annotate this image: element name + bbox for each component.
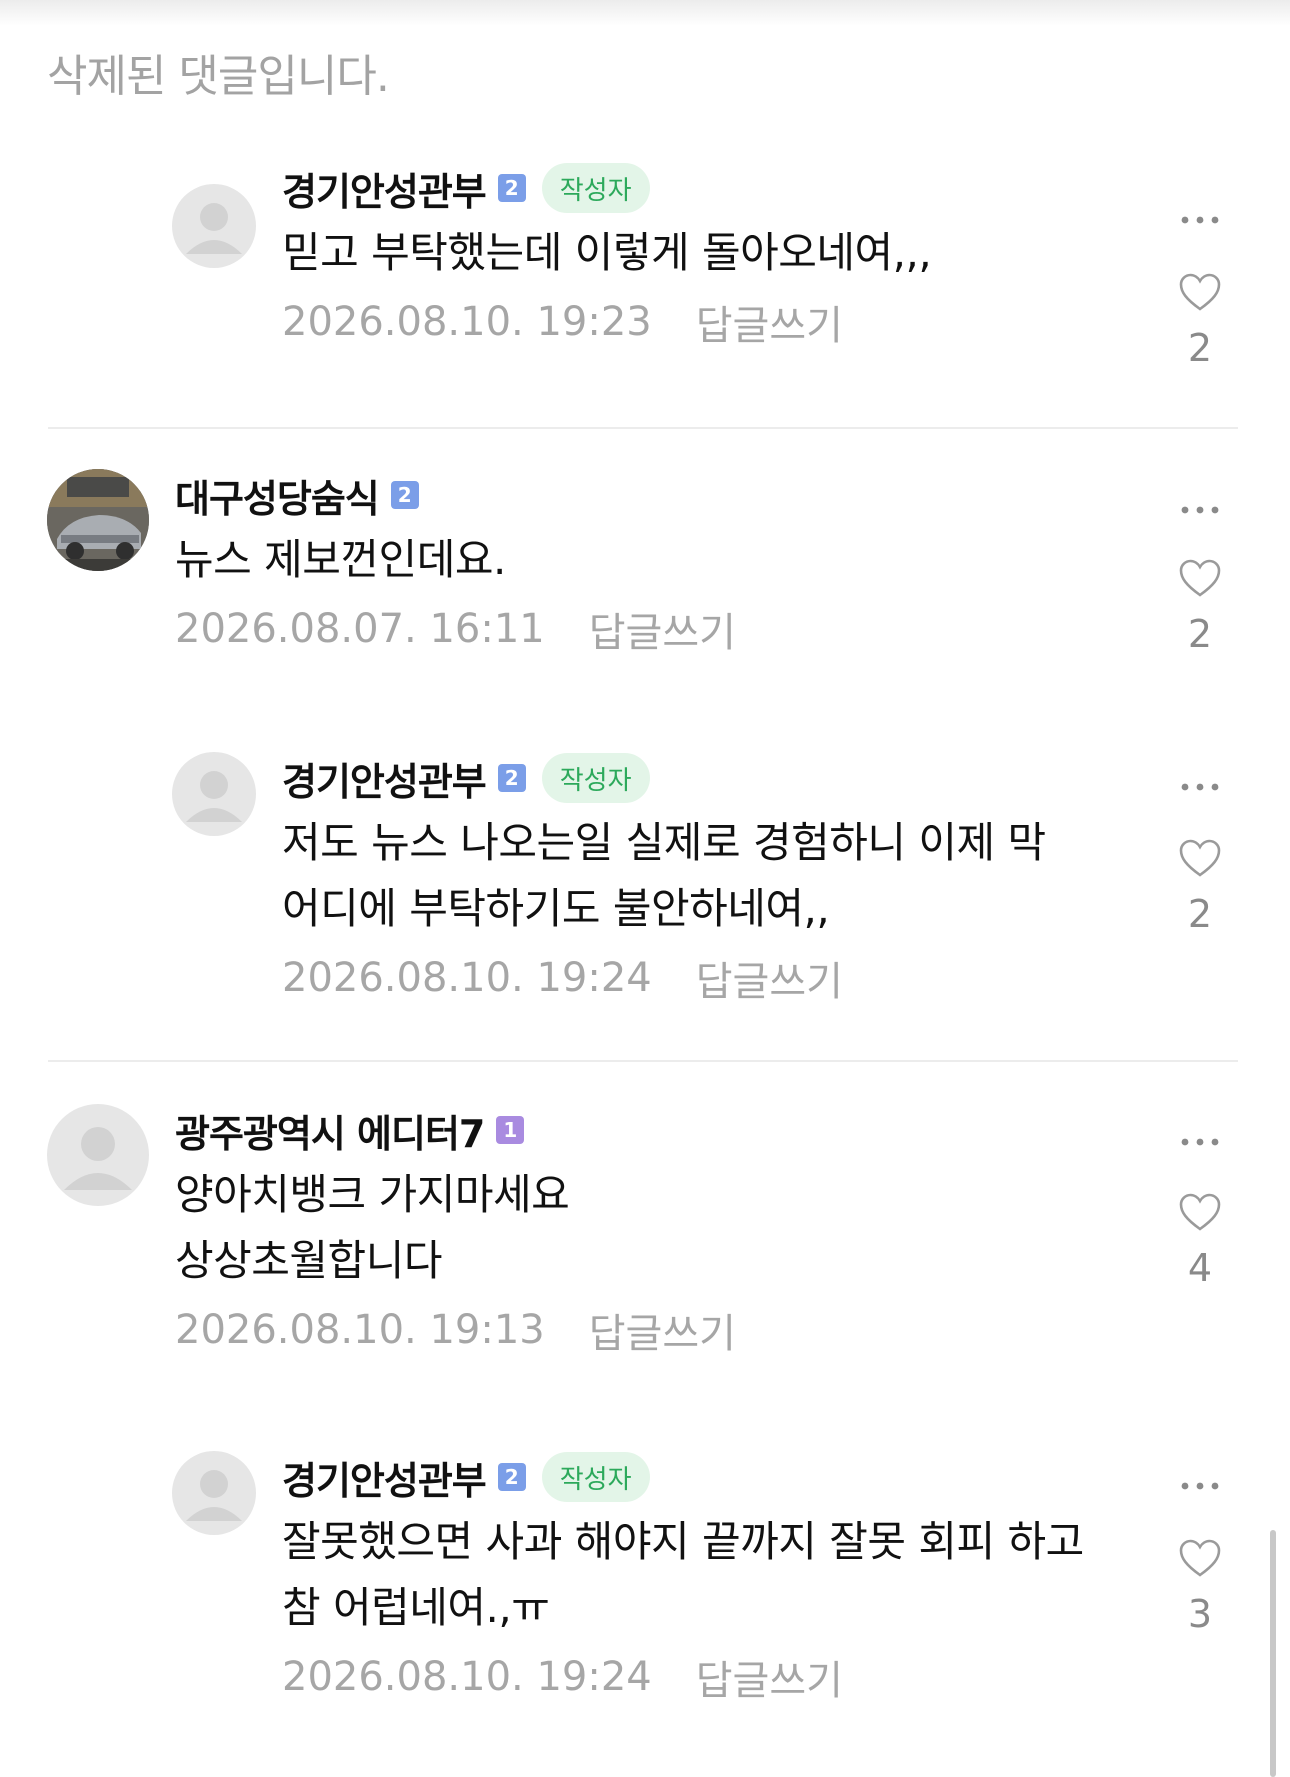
- comment-text-line: 참 어럽네여.,ㅠ: [282, 1583, 550, 1632]
- comment-text-line: 잘못했으면 사과 해야지 끝까지 잘못 회피 하고: [282, 1517, 1084, 1566]
- like-count: 2: [1187, 612, 1213, 656]
- more-dots-icon[interactable]: [1180, 777, 1220, 791]
- divider: [48, 427, 1238, 429]
- more-dots-icon[interactable]: [1180, 1476, 1220, 1490]
- level-badge: 2: [390, 481, 419, 509]
- comment-text-line: 상상초월합니다: [175, 1236, 442, 1285]
- comment-text-line: 저도 뉴스 나오는일 실제로 경험하니 이제 막: [282, 818, 1046, 867]
- default-avatar-icon[interactable]: [172, 1451, 256, 1535]
- like-count: 2: [1187, 326, 1213, 370]
- comment-text-line: 믿고 부탁했는데 이렇게 돌아오네여,,,: [282, 228, 932, 277]
- default-avatar-icon[interactable]: [172, 752, 256, 836]
- heart-outline-icon[interactable]: [1178, 272, 1222, 312]
- comment-text-line: 뉴스 제보껀인데요.: [175, 535, 506, 584]
- deleted-comment-notice: 삭제된 댓글입니다.: [47, 51, 390, 102]
- like-count: 2: [1187, 892, 1213, 936]
- author-badge: 작성자: [541, 1452, 650, 1502]
- comment-text-line: 어디에 부탁하기도 불안하네여,,: [282, 884, 830, 933]
- divider: [48, 1060, 1238, 1062]
- reply-button[interactable]: 답글쓰기: [589, 1301, 736, 1359]
- like-count: 3: [1187, 1592, 1213, 1636]
- comment-text-line: 양아치뱅크 가지마세요: [175, 1170, 570, 1219]
- default-avatar-icon[interactable]: [172, 184, 256, 268]
- comment-text: 잘못했으면 사과 해야지 끝까지 잘못 회피 하고 참 어럽네여.,ㅠ: [282, 1509, 1084, 1641]
- comment-text: 뉴스 제보껀인데요.: [175, 527, 736, 593]
- level-badge: 2: [497, 1463, 526, 1491]
- default-avatar-icon[interactable]: [47, 1104, 149, 1206]
- comment-text: 저도 뉴스 나오는일 실제로 경험하니 이제 막 어디에 부탁하기도 불안하네여…: [282, 810, 1046, 942]
- comment-text: 믿고 부탁했는데 이렇게 돌아오네여,,,: [282, 220, 932, 286]
- top-shade: [0, 0, 1290, 26]
- author-badge: 작성자: [541, 753, 650, 803]
- heart-outline-icon[interactable]: [1178, 1192, 1222, 1232]
- comment-date: 2026.08.10. 19:23: [282, 299, 652, 345]
- reply-button[interactable]: 답글쓰기: [696, 1648, 843, 1706]
- reply-button[interactable]: 답글쓰기: [589, 600, 736, 658]
- reply-button[interactable]: 답글쓰기: [696, 293, 843, 351]
- comment-nickname[interactable]: 대구성당숨식: [175, 468, 380, 523]
- comment-date: 2026.08.10. 19:24: [282, 1654, 652, 1700]
- comment-nickname[interactable]: 광주광역시 에디터7: [175, 1103, 485, 1158]
- more-dots-icon[interactable]: [1180, 1132, 1220, 1146]
- more-dots-icon[interactable]: [1180, 500, 1220, 514]
- heart-outline-icon[interactable]: [1178, 838, 1222, 878]
- level-badge: 2: [497, 174, 526, 202]
- comment-date: 2026.08.07. 16:11: [175, 606, 545, 652]
- comment-nickname[interactable]: 경기안성관부: [282, 1450, 487, 1505]
- level-badge: 2: [497, 764, 526, 792]
- user-avatar[interactable]: [47, 469, 149, 571]
- comment-text: 양아치뱅크 가지마세요 상상초월합니다: [175, 1162, 736, 1294]
- comment-nickname[interactable]: 경기안성관부: [282, 751, 487, 806]
- author-badge: 작성자: [541, 163, 650, 213]
- comment-nickname[interactable]: 경기안성관부: [282, 161, 487, 216]
- heart-outline-icon[interactable]: [1178, 558, 1222, 598]
- reply-button[interactable]: 답글쓰기: [696, 949, 843, 1007]
- comment-date: 2026.08.10. 19:24: [282, 955, 652, 1001]
- more-dots-icon[interactable]: [1180, 210, 1220, 224]
- scrollbar[interactable]: [1270, 1530, 1276, 1777]
- heart-outline-icon[interactable]: [1178, 1538, 1222, 1578]
- comment-date: 2026.08.10. 19:13: [175, 1307, 545, 1353]
- level-badge: 1: [496, 1116, 525, 1144]
- like-count: 4: [1187, 1246, 1213, 1290]
